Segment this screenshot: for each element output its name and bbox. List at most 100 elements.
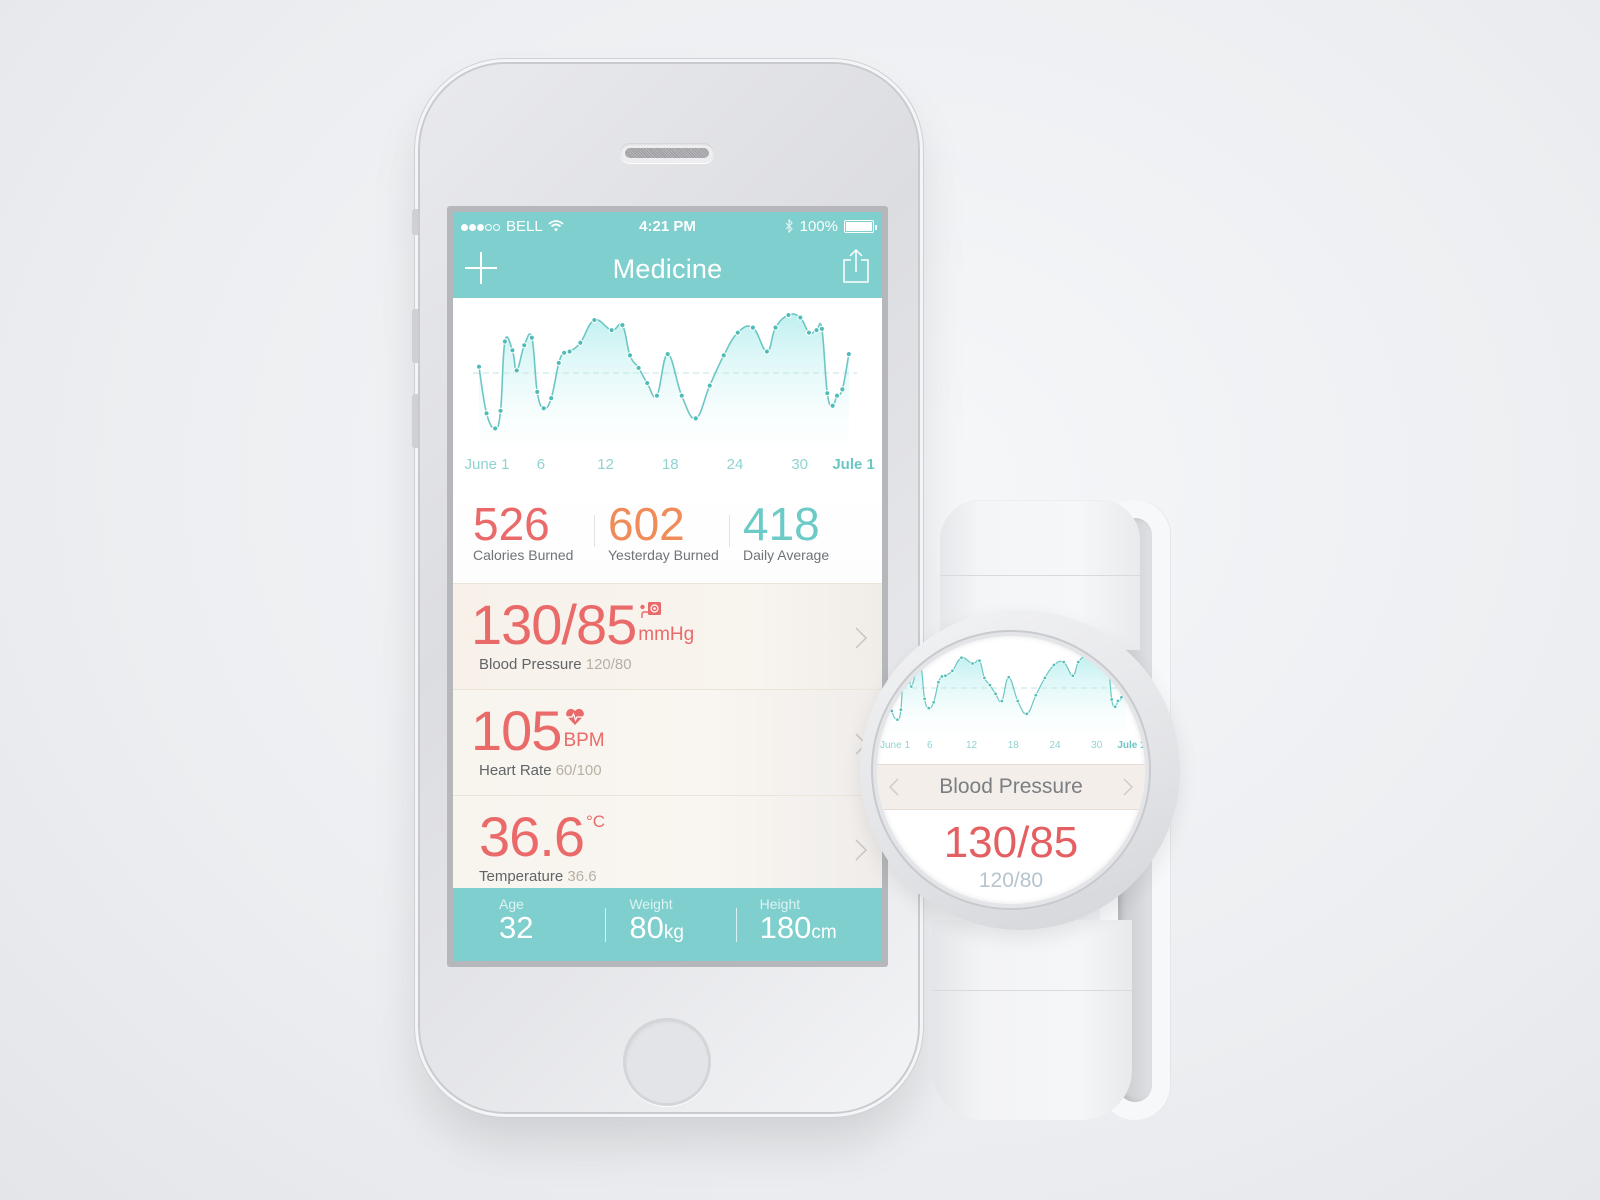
chart-data-point [845,350,852,358]
chart-data-point [591,316,598,324]
x-tick-label: 6 [927,740,933,751]
stat-yesterday-burned: 602 Yesterday Burned [594,498,735,563]
watch-metric-title: Blood Pressure [939,775,1083,798]
row-reference: 36.6 [567,868,597,885]
phone-screen: BELL 4:21 PM 100% Medicine June 1 6 12 1… [447,206,888,967]
stat-value: 526 [473,498,550,550]
chart-data-point [1076,660,1081,665]
wifi-icon [548,220,564,232]
chart-data-point [824,390,831,397]
x-tick-label: 18 [661,456,679,473]
x-tick-label: 6 [536,456,546,473]
x-tick-label: 30 [1091,740,1103,751]
chart-data-point [922,696,927,701]
chart-data-point [492,425,499,432]
chart-data-point [901,667,906,673]
chart-data-point [1097,662,1102,667]
share-button[interactable] [842,248,870,284]
chart-data-point [1024,711,1029,716]
footer-age: Age 32 [483,896,611,961]
chart-data-point [1092,654,1097,659]
chart-data-point [534,388,541,396]
chart-data-point [1061,660,1066,665]
footer-value: 32 [499,910,534,945]
chart-data-point [1113,704,1118,709]
chart-plot [473,311,857,456]
blood-pressure-unit: mmHg [638,624,695,645]
row-reference: 60/100 [555,762,602,779]
row-label: Temperature [479,868,564,885]
chart-data-point [914,670,919,675]
chart-data-point [626,352,634,359]
row-heart-rate[interactable]: 105 BPM Heart Rate 60/100 [453,689,882,795]
chart-data-point [483,410,490,417]
chart-data-point [763,348,771,355]
app-header: BELL 4:21 PM 100% Medicine [453,212,882,298]
watch-chart-x-axis: June 1 6 12 18 24 30 Jule 1 [877,740,1145,754]
chart-data-point [1123,675,1128,680]
watch-metric-reference: 120/80 [978,869,1044,892]
chevron-left-icon[interactable] [889,778,899,796]
row-label: Blood Pressure [479,656,582,673]
chart-data-point [1109,697,1114,702]
row-blood-pressure[interactable]: 130/85 mmHg Blood Pressure 120/80 [453,583,882,689]
chart-data-point [926,706,931,711]
chart-data-point [977,658,982,663]
x-tick-label: June 1 [879,740,911,751]
chart-data-point [678,392,685,399]
stat-daily-average: 418 Daily Average [729,498,870,563]
chart-data-point [720,352,727,359]
x-tick-label: Jule 1 [832,456,875,473]
signal-strength-icon [461,218,501,235]
volume-up-button [412,309,418,363]
chart-data-point [829,402,836,409]
activity-chart: June 1 6 12 18 24 30 Jule 1 [453,298,882,483]
chart-data-point [561,349,568,356]
chart-area-fill [479,314,849,456]
chart-data-point [993,691,998,696]
chevron-right-icon[interactable] [1123,778,1133,796]
footer-unit: cm [811,922,837,943]
temperature-unit: °C [586,812,606,831]
watch-metric-value: 130/85 [943,818,1079,867]
chart-data-point [501,338,508,345]
chart-data-point [664,350,671,358]
chart-data-point [833,392,841,399]
chart-data-point [497,407,504,414]
bluetooth-icon [785,219,793,233]
home-button[interactable] [623,1018,711,1106]
chart-data-point [1033,693,1038,698]
chart-data-point [818,325,826,333]
watch-screen: June 1 6 12 18 24 30 Jule 1 Blood Pressure 130… [877,636,1145,904]
chart-data-point [797,314,804,321]
chart-data-point [1051,662,1056,667]
chart-data-point [548,395,555,402]
chart-data-point [653,392,661,399]
chart-data-point [889,709,894,714]
chart-data-point [839,386,846,393]
chart-data-point [813,327,820,334]
chart-data-point [805,329,813,336]
watch-chart-plot [881,652,1133,740]
chart-data-point [566,348,573,355]
chart-data-point [528,334,535,341]
chart-data-point [931,700,936,705]
x-tick-label: 12 [597,456,614,473]
stat-value: 418 [743,498,820,550]
chart-data-point [749,324,756,331]
x-tick-label: 24 [726,456,744,473]
page-title: Medicine [612,253,723,284]
earpiece-speaker [620,143,714,163]
chart-data-point [959,655,964,660]
add-button[interactable] [465,252,497,284]
chart-data-point [943,673,948,678]
row-temperature[interactable]: 36.6 °C Temperature 36.6 [453,795,882,901]
stat-value: 602 [608,498,685,550]
chart-data-point [898,707,903,712]
chart-data-point [509,347,516,354]
share-icon [843,248,869,283]
footer-height: Height 180cm [735,896,872,961]
nav-bar: Medicine [453,240,882,298]
heart-pulse-icon [566,708,585,725]
chart-data-point [906,673,911,678]
